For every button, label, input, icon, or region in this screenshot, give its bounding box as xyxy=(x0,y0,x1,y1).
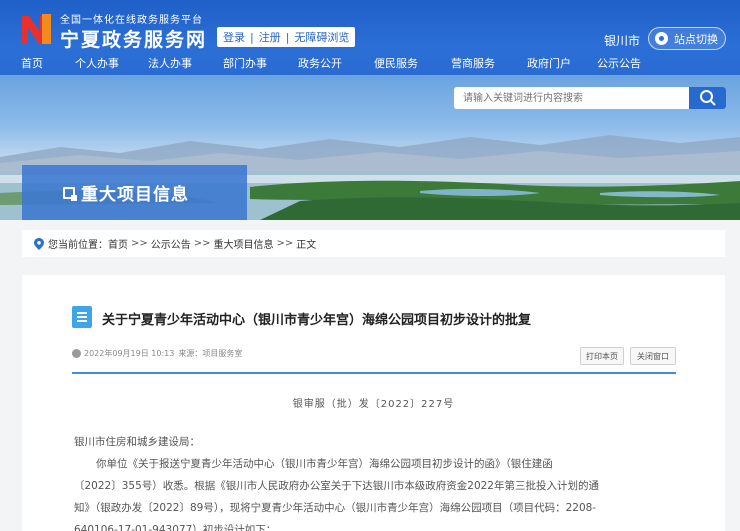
location-icon xyxy=(34,237,44,250)
nav-item-legal-person[interactable]: 法人办事 xyxy=(130,52,210,74)
body-line: 你单位《关于报送宁夏青少年活动中心（银川市青少年宫）海绵公园项目初步设计的函》（… xyxy=(96,458,553,470)
current-city[interactable]: 银川市 xyxy=(604,32,640,49)
site-switch-label: 站点切换 xyxy=(674,32,718,46)
nav-item-convenience[interactable]: 便民服务 xyxy=(360,52,432,74)
search-bar xyxy=(454,87,726,109)
login-link[interactable]: 登录 xyxy=(223,29,245,45)
nav-item-personal[interactable]: 个人办事 xyxy=(64,52,130,74)
nav-item-department[interactable]: 部门办事 xyxy=(210,52,280,74)
breadcrumb-home[interactable]: 首页 xyxy=(108,236,128,251)
document-icon xyxy=(72,306,92,328)
register-link[interactable]: 注册 xyxy=(259,29,281,45)
location-pin-icon xyxy=(655,32,668,45)
accessible-browse-link[interactable]: 无障碍浏览 xyxy=(294,29,349,45)
title-divider xyxy=(72,372,676,374)
article-panel: 关于宁夏青少年活动中心（银川市青少年宫）海绵公园项目初步设计的批复 2022年0… xyxy=(22,275,725,531)
print-button[interactable]: 打印本页 xyxy=(580,347,624,365)
platform-subtitle: 全国一体化在线政务服务平台 xyxy=(60,15,203,26)
nav-item-gov-affairs[interactable]: 政务公开 xyxy=(280,52,360,74)
search-icon xyxy=(699,90,716,106)
nav-item-announcements[interactable]: 公示公告 xyxy=(584,52,654,74)
breadcrumb-sep: >> xyxy=(276,238,294,249)
section-banner-label: 重大项目信息 xyxy=(22,165,247,220)
breadcrumb-current: 正文 xyxy=(296,240,317,251)
breadcrumb-announcements[interactable]: 公示公告 xyxy=(151,236,191,251)
breadcrumb-major-projects[interactable]: 重大项目信息 xyxy=(214,236,274,251)
nav-item-home[interactable]: 首页 xyxy=(0,52,64,74)
breadcrumb-sep: >> xyxy=(131,238,148,249)
body-line: 640106-17-01-943077）初步设计如下： xyxy=(74,524,277,531)
close-window-button[interactable]: 关闭窗口 xyxy=(630,347,676,365)
section-title: 重大项目信息 xyxy=(81,185,189,205)
article-meta: 2022年09月19日 10:13 来源：项目服务室 xyxy=(72,348,242,359)
auth-links: 登录 | 注册 | 无障碍浏览 xyxy=(217,27,356,47)
body-line: 知》（银政办发〔2022〕89号），现将宁夏青少年活动中心（银川市青少年宫）海绵… xyxy=(74,502,597,514)
site-switch-button[interactable]: 站点切换 xyxy=(648,27,726,50)
search-input[interactable] xyxy=(454,87,689,109)
search-button[interactable] xyxy=(689,87,726,109)
clock-icon xyxy=(72,349,81,358)
site-header: 全国一体化在线政务服务平台 宁夏政务服务网 登录 | 注册 | 无障碍浏览 银川… xyxy=(0,0,740,75)
article-title: 关于宁夏青少年活动中心（银川市青少年宫）海绵公园项目初步设计的批复 xyxy=(102,313,532,328)
breadcrumb: 您当前位置： 首页 >> 公示公告 >> 重大项目信息 >> 正文 xyxy=(22,230,725,257)
nav-item-gov-portal[interactable]: 政府门户 xyxy=(514,52,584,74)
article-source: 来源：项目服务室 xyxy=(178,349,243,358)
document-number: 银审服（批）发〔2022〕227号 xyxy=(292,399,455,410)
breadcrumb-sep: >> xyxy=(193,238,211,249)
breadcrumb-prefix: 您当前位置： xyxy=(48,240,108,251)
divider: | xyxy=(285,30,290,44)
site-title[interactable]: 宁夏政务服务网 xyxy=(60,25,207,52)
body-line: 〔2022〕355号）收悉。根据《银川市人民政府办公室关于下达银川市本级政府资金… xyxy=(74,480,599,492)
divider: | xyxy=(250,30,254,44)
article-date: 2022年09月19日 10:13 xyxy=(84,349,175,358)
ningxia-logo-icon[interactable] xyxy=(20,12,52,46)
nav-item-business[interactable]: 营商服务 xyxy=(432,52,514,74)
addressee: 银川市住房和城乡建设局： xyxy=(74,436,200,448)
main-nav: 首页 个人办事 法人办事 部门办事 政务公开 便民服务 营商服务 政府门户 公示… xyxy=(0,52,740,74)
section-icon xyxy=(63,187,77,201)
